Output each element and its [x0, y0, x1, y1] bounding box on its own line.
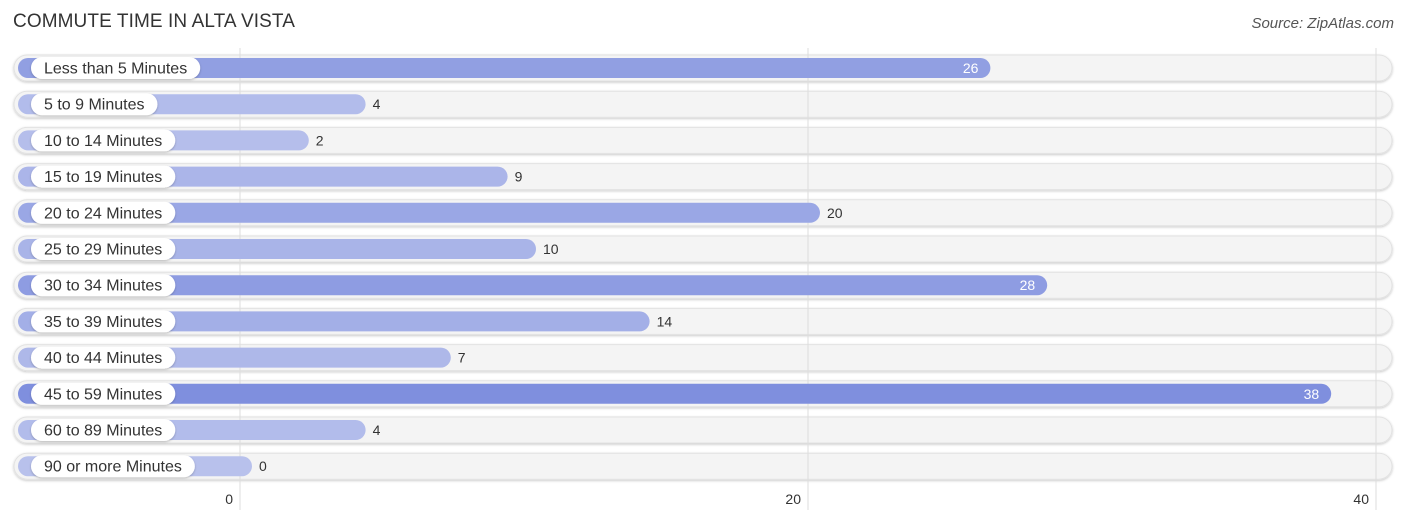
category-label: 90 or more Minutes — [44, 459, 182, 476]
value-label: 7 — [458, 350, 466, 366]
value-label: 20 — [827, 205, 843, 221]
value-label: 4 — [373, 96, 381, 112]
category-label: Less than 5 Minutes — [44, 61, 187, 78]
bar — [18, 383, 1332, 404]
value-label: 10 — [543, 241, 559, 257]
bar-chart: Less than 5 Minutes 26 5 to 9 Minutes 4 10 t… — [13, 48, 1393, 510]
value-label: 28 — [1020, 277, 1036, 293]
category-label: 40 to 44 Minutes — [44, 350, 162, 367]
category-label: 20 to 24 Minutes — [44, 205, 162, 222]
category-label: 5 to 9 Minutes — [44, 97, 145, 114]
value-label: 9 — [515, 169, 523, 185]
category-label: 25 to 29 Minutes — [44, 242, 162, 259]
value-label: 26 — [963, 60, 979, 76]
value-label: 14 — [657, 313, 673, 329]
value-label: 0 — [259, 458, 267, 474]
value-label: 2 — [316, 132, 324, 148]
x-tick-label: 0 — [225, 491, 233, 507]
category-label: 30 to 34 Minutes — [44, 278, 162, 295]
category-label: 45 to 59 Minutes — [44, 386, 162, 403]
category-label: 15 to 19 Minutes — [44, 169, 162, 186]
category-label: 35 to 39 Minutes — [44, 314, 162, 331]
x-tick-label: 20 — [785, 491, 801, 507]
value-label: 4 — [373, 422, 381, 438]
x-tick-label: 40 — [1353, 491, 1369, 507]
category-label: 10 to 14 Minutes — [44, 133, 162, 150]
value-label: 38 — [1304, 386, 1320, 402]
category-label: 60 to 89 Minutes — [44, 423, 162, 440]
